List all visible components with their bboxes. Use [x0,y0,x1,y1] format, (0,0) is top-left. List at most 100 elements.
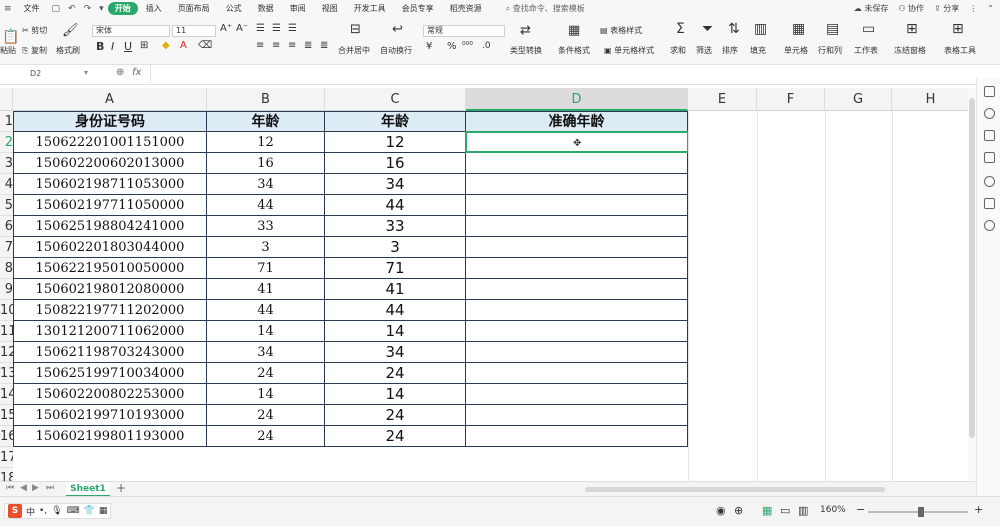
column-header-h[interactable]: H [892,88,970,111]
settings-icon[interactable] [984,152,995,163]
copy-button[interactable]: ⎘ 复制 [22,45,47,56]
more-icon[interactable]: ▾ [99,4,104,14]
tab-insert[interactable]: 插入 [138,3,170,14]
filter-icon[interactable]: ⏷ [702,21,713,37]
header-cell[interactable]: 年龄 [207,111,325,132]
age-cell[interactable]: 41 [325,279,466,300]
row-header-2[interactable]: 2 [0,132,13,153]
function-button[interactable]: fx [132,67,141,78]
rows-cols-button[interactable]: 行和列 [818,45,842,56]
tab-member[interactable]: 会员专享 [394,3,442,14]
accurate-age-cell[interactable] [466,153,688,174]
keyboard-icon[interactable]: ⌨ [67,506,80,516]
accurate-age-cell[interactable] [466,258,688,279]
id-cell[interactable]: 150602198012080000 [13,279,207,300]
age-cell[interactable]: 3 [325,237,466,258]
id-cell[interactable]: 150602200802253000 [13,384,207,405]
age-cell[interactable]: 24 [325,363,466,384]
tab-review[interactable]: 审阅 [282,3,314,14]
zoom-formula-icon[interactable]: ⊕ [116,67,124,78]
column-header-c[interactable]: C [325,88,466,111]
row-header-8[interactable]: 8 [0,258,13,279]
tab-home[interactable]: 开始 [107,2,138,15]
filter-button[interactable]: 筛选 [696,45,712,56]
tab-docer[interactable]: 稻壳资源 [442,3,490,14]
accurate-age-cell[interactable] [466,321,688,342]
increase-decimal-icon[interactable]: .0 [482,41,491,51]
column-header-f[interactable]: F [757,88,825,111]
id-cell[interactable]: 150602198711053000 [13,174,207,195]
eye-protect-icon[interactable]: ◉ [716,504,726,517]
age-cell[interactable]: 24 [325,426,466,447]
last-sheet-icon[interactable]: ⏭ [46,483,54,493]
accurate-age-cell[interactable] [466,279,688,300]
row-header-1[interactable]: 1 [0,111,13,132]
sum-button[interactable]: 求和 [670,45,686,56]
file-menu[interactable]: 文件 [16,3,48,14]
age-cell[interactable]: 41 [207,279,325,300]
id-cell[interactable]: 150625199710034000 [13,363,207,384]
border-icon[interactable]: ⊞ [140,40,148,51]
share-button[interactable]: ⇪ 分享 [934,3,959,14]
align-bottom-icon[interactable]: ☰ [288,23,297,34]
row-header-3[interactable]: 3 [0,153,13,174]
percent-button[interactable]: % [447,41,457,52]
paste-icon[interactable]: 📋 [2,29,19,45]
row-header-15[interactable]: 15 [0,405,13,426]
row-header-10[interactable]: 10 [0,300,13,321]
cell-button[interactable]: 单元格 [784,45,808,56]
cell-icon[interactable]: ▦ [792,21,805,37]
name-box-dropdown-icon[interactable]: ▾ [84,68,88,77]
wrap-text-icon[interactable]: ↩ [392,22,403,37]
row-header-5[interactable]: 5 [0,195,13,216]
vertical-scrollbar[interactable] [968,88,976,481]
accurate-age-cell[interactable] [466,384,688,405]
age-cell[interactable]: 16 [325,153,466,174]
next-sheet-icon[interactable]: ▶ [32,483,39,493]
id-cell[interactable]: 150602200602013000 [13,153,207,174]
id-cell[interactable]: 150621198703243000 [13,342,207,363]
tab-view[interactable]: 视图 [314,3,346,14]
column-header-d[interactable]: D [466,88,688,111]
accurate-age-cell[interactable] [466,426,688,447]
tab-formulas[interactable]: 公式 [218,3,250,14]
accurate-age-cell[interactable] [466,363,688,384]
accurate-age-cell[interactable] [466,237,688,258]
age-cell[interactable]: 44 [207,300,325,321]
age-cell[interactable]: 24 [325,405,466,426]
unsaved-status[interactable]: ☁ 未保存 [854,3,889,14]
align-center-icon[interactable]: ≡ [272,40,280,51]
rows-cols-icon[interactable]: ▤ [826,21,839,37]
clothes-icon[interactable]: 👕 [84,506,95,516]
collapse-icon[interactable]: ⌃ [987,4,994,13]
name-box[interactable]: D2 [30,69,41,78]
page-layout-view-icon[interactable]: ▭ [780,504,790,517]
age-cell[interactable]: 34 [325,342,466,363]
age-cell[interactable]: 24 [207,363,325,384]
type-convert-icon[interactable]: ⇄ [520,23,531,38]
tab-data[interactable]: 数据 [250,3,282,14]
column-header-b[interactable]: B [207,88,325,111]
align-left-icon[interactable]: ≡ [256,40,264,51]
menu-icon[interactable]: ≡ [4,4,12,14]
backup-icon[interactable] [984,198,995,209]
paste-button[interactable]: 粘贴 [0,45,16,56]
prev-sheet-icon[interactable]: ◀ [20,483,27,493]
age-cell[interactable]: 44 [207,195,325,216]
underline-button[interactable]: U [124,40,132,53]
zoom-slider-knob[interactable] [918,507,924,517]
normal-view-icon[interactable]: ▦ [762,504,772,517]
tab-developer[interactable]: 开发工具 [346,3,394,14]
collab-button[interactable]: ⚇ 协作 [898,3,924,14]
id-cell[interactable]: 150622195010050000 [13,258,207,279]
age-cell[interactable]: 3 [207,237,325,258]
row-header-14[interactable]: 14 [0,384,13,405]
page-break-view-icon[interactable]: ▥ [798,504,808,517]
justify-icon[interactable]: ≣ [304,40,312,51]
accurate-age-cell[interactable] [466,195,688,216]
command-search[interactable]: ⌕ 查找命令、搜索模板 [506,3,585,14]
service-icon[interactable] [984,220,995,231]
row-header-4[interactable]: 4 [0,174,13,195]
save-icon[interactable]: ▢ [52,4,61,14]
increase-font-icon[interactable]: A⁺ [220,23,232,34]
